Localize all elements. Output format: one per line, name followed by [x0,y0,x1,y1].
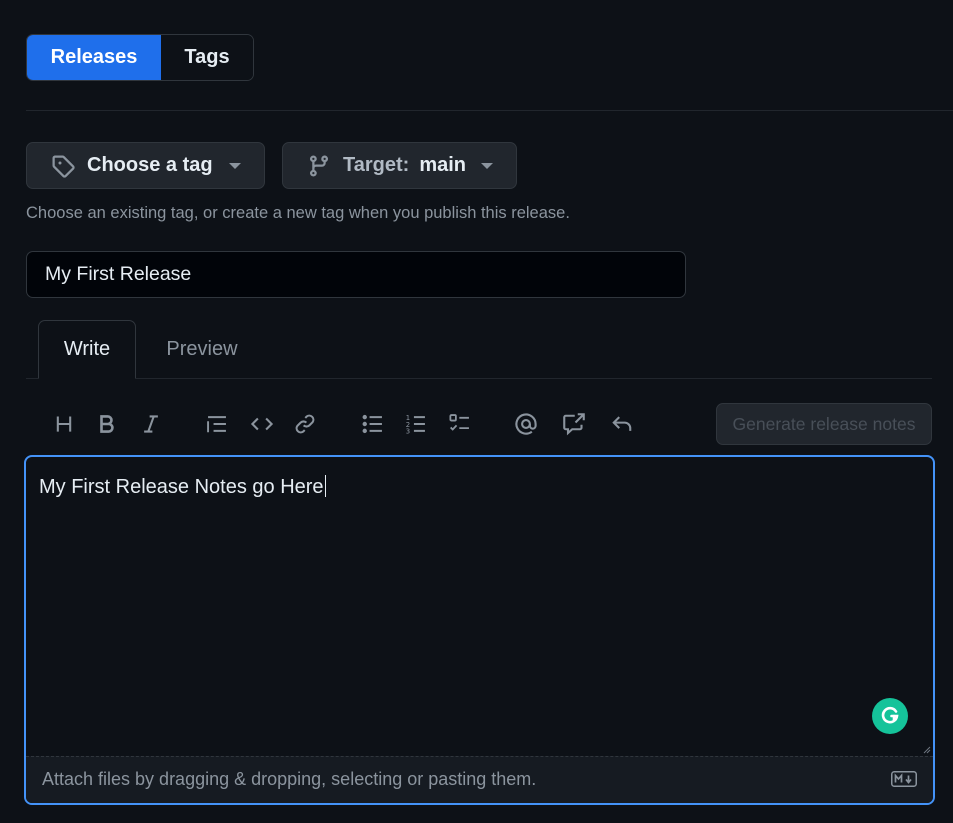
release-notes-textarea[interactable]: My First Release Notes go Here [39,475,326,499]
italic-icon[interactable] [135,408,167,440]
tab-preview[interactable]: Preview [150,320,254,379]
reply-icon[interactable] [606,408,638,440]
target-prefix: Target: [343,154,410,176]
release-title-input[interactable] [26,251,686,298]
choose-tag-label: Choose a tag [87,154,213,176]
code-icon[interactable] [246,408,278,440]
chevron-down-icon [228,162,242,170]
unordered-list-icon[interactable] [357,408,389,440]
choose-tag-dropdown[interactable]: Choose a tag [26,142,265,189]
header-divider [26,110,953,111]
releases-tab-button[interactable]: Releases [27,35,161,80]
tag-icon [51,154,75,178]
attach-files-hint: Attach files by dragging & dropping, sel… [42,769,537,789]
text-cursor [324,475,326,497]
chevron-down-icon [480,162,494,170]
svg-text:3: 3 [406,428,410,435]
bold-icon[interactable] [91,408,123,440]
tab-write[interactable]: Write [38,320,136,379]
release-notes-text: My First Release Notes go Here [39,476,324,498]
ordered-list-icon[interactable]: 123 [400,408,432,440]
task-list-icon[interactable] [444,408,476,440]
tags-tab-button[interactable]: Tags [161,35,253,80]
resize-handle-icon[interactable] [923,746,931,754]
target-branch-name: main [419,154,466,176]
markdown-icon[interactable] [891,771,917,787]
tag-hint-text: Choose an existing tag, or create a new … [26,204,570,222]
link-icon[interactable] [289,408,321,440]
heading-icon[interactable] [48,408,80,440]
target-branch-dropdown[interactable]: Target: main [282,142,517,189]
attach-files-bar[interactable]: Attach files by dragging & dropping, sel… [26,756,933,803]
generate-release-notes-button[interactable]: Generate release notes [716,403,932,445]
releases-tags-switch: Releases Tags [26,34,254,81]
mention-icon[interactable] [510,408,542,440]
git-branch-icon [307,154,331,178]
cross-reference-icon[interactable] [558,408,590,440]
grammarly-icon[interactable] [872,698,908,734]
release-notes-editor[interactable]: My First Release Notes go Here Attach fi… [24,455,935,805]
quote-icon[interactable] [201,408,233,440]
